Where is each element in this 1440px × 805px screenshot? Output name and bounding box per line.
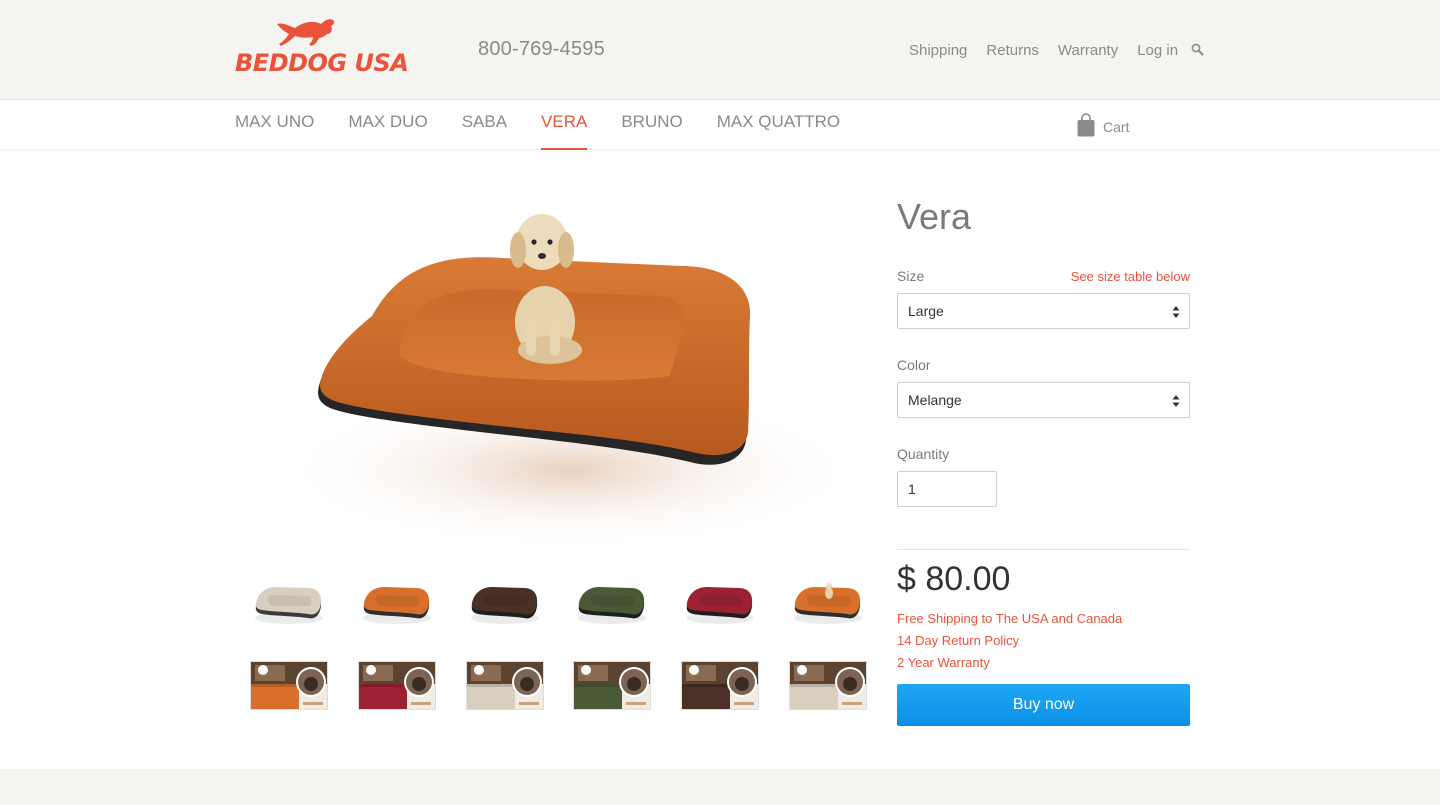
size-table-link[interactable]: See size table below	[1068, 269, 1190, 284]
thumbnail-lifestyle-photo[interactable]	[250, 661, 328, 710]
color-select-value: Melange	[908, 392, 962, 408]
thumbnail-lifestyle-photo[interactable]	[465, 661, 544, 710]
main-nav: MAX UNO MAX DUO SABA VERA BRUNO MAX QUAT…	[0, 100, 1440, 150]
thumbnail-bed[interactable]	[466, 578, 544, 628]
perk-free-shipping: Free Shipping to The USA and Canada	[897, 611, 1123, 626]
size-select-value: Large	[908, 303, 944, 319]
util-link-returns[interactable]: Returns	[986, 42, 1039, 59]
perk-return-policy: 14 Day Return Policy	[897, 633, 1020, 648]
buy-now-button[interactable]: Buy now	[897, 684, 1190, 726]
brand-logo[interactable]: BEDDOG USA	[235, 16, 409, 78]
thumbnail-bed[interactable]	[789, 578, 867, 628]
thumbnail-bed[interactable]	[250, 578, 328, 628]
search-icon[interactable]	[1191, 43, 1204, 56]
nav-item-vera[interactable]: VERA	[541, 100, 588, 150]
top-bar: BEDDOG USA 800-769-4595 Shipping Returns…	[0, 0, 1440, 100]
perk-warranty: 2 Year Warranty	[897, 655, 990, 670]
size-label: Size	[897, 268, 925, 284]
phone-number[interactable]: 800-769-4595	[478, 38, 605, 61]
util-link-warranty[interactable]: Warranty	[1058, 42, 1118, 59]
nav-item-max-quattro[interactable]: MAX QUATTRO	[717, 100, 840, 150]
quantity-label: Quantity	[897, 446, 950, 462]
product-title: Vera	[897, 196, 972, 237]
thumbnail-row-photos	[250, 661, 897, 710]
logo-wordmark: BEDDOG USA	[235, 49, 409, 77]
divider	[897, 549, 1190, 550]
product-main-image[interactable]	[250, 170, 867, 555]
jumping-dog-logo-icon	[277, 19, 335, 46]
color-select[interactable]: Melange	[897, 382, 1190, 418]
util-link-shipping[interactable]: Shipping	[909, 42, 967, 59]
thumbnail-lifestyle-photo[interactable]	[788, 661, 867, 710]
thumbnail-lifestyle-photo[interactable]	[681, 661, 760, 710]
nav-item-max-duo[interactable]: MAX DUO	[348, 100, 427, 150]
cart-label: Cart	[1103, 119, 1130, 135]
shopping-bag-icon	[1077, 113, 1095, 137]
cart-link[interactable]: Cart	[1077, 108, 1129, 142]
util-link-login[interactable]: Log in	[1137, 42, 1178, 59]
product-price: $ 80.00	[897, 560, 1011, 598]
quantity-input[interactable]: 1	[897, 471, 997, 507]
select-arrows-icon	[1172, 395, 1180, 407]
color-label: Color	[897, 357, 931, 373]
thumbnail-lifestyle-photo[interactable]	[357, 661, 436, 710]
thumbnail-row-beds	[250, 578, 897, 628]
footer-band	[0, 769, 1440, 805]
nav-item-bruno[interactable]: BRUNO	[621, 100, 682, 150]
thumbnail-bed[interactable]	[358, 578, 436, 628]
thumbnail-lifestyle-photo[interactable]	[573, 661, 652, 710]
thumbnail-bed[interactable]	[573, 578, 651, 628]
nav-item-saba[interactable]: SABA	[462, 100, 507, 150]
nav-item-max-uno[interactable]: MAX UNO	[235, 100, 314, 150]
utility-nav: Shipping Returns Warranty Log in	[909, 42, 1197, 59]
size-select[interactable]: Large	[897, 293, 1190, 329]
select-arrows-icon	[1172, 306, 1180, 318]
thumbnail-bed[interactable]	[681, 578, 759, 628]
